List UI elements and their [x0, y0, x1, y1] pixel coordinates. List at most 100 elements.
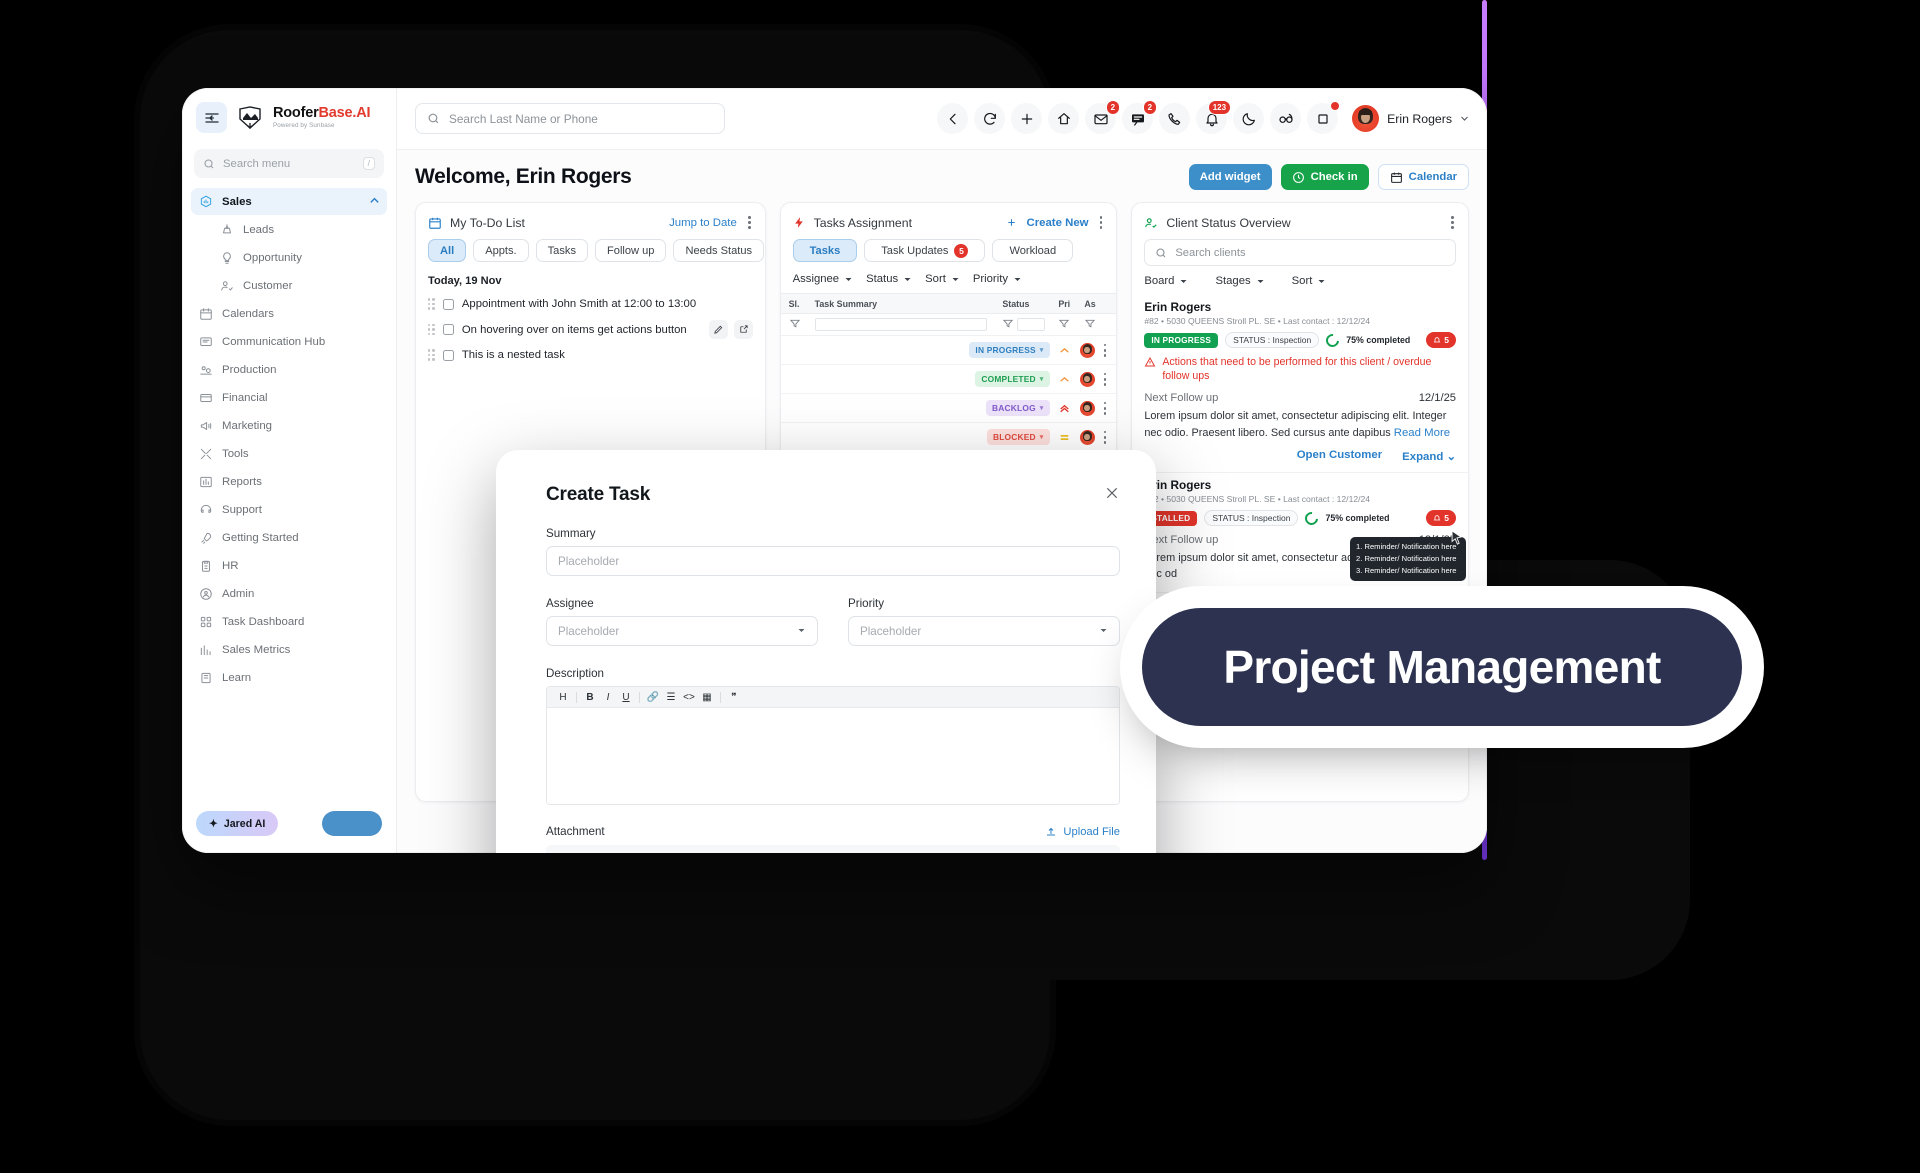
refresh-icon-button[interactable]	[974, 103, 1006, 134]
drag-handle-icon[interactable]	[428, 349, 435, 361]
sidebar-item-calendars[interactable]: Calendars	[191, 300, 387, 327]
sidebar-item-opportunity[interactable]: Opportunity	[191, 244, 387, 271]
sidebar-item-customer[interactable]: Customer	[191, 272, 387, 299]
todo-chip-appts[interactable]: Appts.	[473, 239, 529, 263]
sidebar-item-task-dashboard[interactable]: Task Dashboard	[191, 608, 387, 635]
task-row[interactable]: BLOCKED ▾	[780, 423, 1117, 453]
client-alert-badge[interactable]: 5	[1426, 510, 1457, 527]
filter-sl-icon[interactable]	[789, 316, 815, 334]
todo-chip-tasks[interactable]: Tasks	[535, 239, 588, 263]
clients-search-input[interactable]: Search clients	[1144, 239, 1457, 267]
clients-filter-board[interactable]: Board	[1144, 275, 1199, 287]
todo-item[interactable]: Appointment with John Smith at 12:00 to …	[416, 293, 765, 315]
sidebar-item-support[interactable]: Support	[191, 496, 387, 523]
sidebar-secondary-button[interactable]	[322, 811, 382, 836]
global-search-input[interactable]: Search Last Name or Phone	[415, 103, 725, 134]
edit-icon[interactable]	[708, 320, 728, 340]
sidebar-item-learn[interactable]: Learn	[191, 664, 387, 691]
tasks-tab-task-updates[interactable]: Task Updates 5	[864, 239, 986, 263]
sidebar-item-marketing[interactable]: Marketing	[191, 412, 387, 439]
filter-priority-icon[interactable]	[1058, 316, 1084, 334]
phone-icon-button[interactable]	[1159, 103, 1191, 134]
tasks-card-menu-icon[interactable]	[1098, 214, 1105, 231]
editor-h-icon[interactable]: H	[554, 688, 572, 706]
filter-status-icon[interactable]	[1002, 316, 1058, 334]
tasks-filter-assignee[interactable]: Assignee	[793, 273, 864, 285]
status-badge[interactable]: IN PROGRESS ▾	[969, 342, 1050, 359]
read-more-link[interactable]: Read More	[1394, 427, 1450, 439]
upload-file-button[interactable]: Upload File	[1045, 826, 1120, 838]
sidebar-item-production[interactable]: Production	[191, 356, 387, 383]
editor-quote-icon[interactable]: ❞	[725, 688, 743, 706]
jared-ai-button[interactable]: ✦ Jared AI	[196, 811, 279, 836]
sidebar-item-getting-started[interactable]: Getting Started	[191, 524, 387, 551]
open-customer-link[interactable]: Open Customer	[1297, 449, 1382, 463]
sidebar-item-tools[interactable]: Tools	[191, 440, 387, 467]
todo-checkbox[interactable]	[442, 298, 454, 310]
description-textarea[interactable]	[547, 708, 1119, 804]
sidebar-item-hr[interactable]: HR	[191, 552, 387, 579]
calendar-button[interactable]: Calendar	[1377, 164, 1469, 190]
tasks-filter-status[interactable]: Status	[866, 273, 923, 285]
back-icon-button[interactable]	[937, 103, 969, 134]
glasses-icon-button[interactable]	[1270, 103, 1302, 134]
priority-select[interactable]: Placeholder	[848, 616, 1120, 646]
bell-icon-button[interactable]: 123	[1196, 100, 1232, 134]
sidebar-item-leads[interactable]: Leads	[191, 216, 387, 243]
sidebar-item-reports[interactable]: Reports	[191, 468, 387, 495]
jump-to-date-link[interactable]: Jump to Date	[669, 217, 737, 229]
check-in-button[interactable]: Check in	[1280, 164, 1369, 190]
description-editor[interactable]: H B I U 🔗 ☰ <> ▦ ❞	[546, 686, 1120, 805]
row-menu-icon[interactable]	[1102, 371, 1109, 388]
plus-icon-button[interactable]	[1011, 103, 1043, 134]
task-row[interactable]: BACKLOG ▾	[780, 394, 1117, 424]
todo-checkbox[interactable]	[442, 349, 454, 361]
tasks-filter-sort[interactable]: Sort	[925, 273, 971, 285]
sidebar-search-input[interactable]: Search menu /	[194, 149, 384, 178]
home-icon-button[interactable]	[1048, 103, 1080, 134]
row-menu-icon[interactable]	[1102, 342, 1109, 359]
drag-handle-icon[interactable]	[428, 323, 435, 336]
status-badge[interactable]: BLOCKED ▾	[986, 429, 1050, 446]
todo-chip-follow-up[interactable]: Follow up	[595, 239, 667, 263]
row-menu-icon[interactable]	[1102, 429, 1109, 446]
editor-code-icon[interactable]: <>	[680, 688, 698, 706]
sidebar-item-admin[interactable]: Admin	[191, 580, 387, 607]
sidebar-item-financial[interactable]: Financial	[191, 384, 387, 411]
todo-checkbox[interactable]	[442, 324, 454, 336]
editor-list-icon[interactable]: ☰	[662, 688, 680, 706]
message-icon-button[interactable]: 2	[1122, 100, 1158, 134]
sidebar-item-sales-metrics[interactable]: Sales Metrics	[191, 636, 387, 663]
filter-assignee-icon[interactable]	[1084, 316, 1108, 334]
sidebar-item-sales[interactable]: Sales	[191, 188, 387, 215]
editor-i-icon[interactable]: I	[599, 688, 617, 706]
tasks-filter-priority[interactable]: Priority	[973, 273, 1033, 285]
editor-u-icon[interactable]: U	[617, 688, 635, 706]
window-icon-button[interactable]	[1307, 101, 1341, 134]
task-row[interactable]: COMPLETED ▾	[780, 365, 1117, 395]
editor-table-icon[interactable]: ▦	[698, 688, 716, 706]
todo-item[interactable]: This is a nested task	[416, 344, 765, 366]
assignee-select[interactable]: Placeholder	[546, 616, 818, 646]
filter-summary-input[interactable]	[814, 318, 1003, 332]
clients-card-menu-icon[interactable]	[1449, 214, 1456, 231]
client-entry[interactable]: Erin Rogers #82 • 5030 QUEENS Stroll PL.…	[1132, 295, 1469, 474]
tasks-tab-workload[interactable]: Workload	[992, 239, 1074, 263]
attachment-item[interactable]: PDF List of requirements.pdf	[546, 845, 1120, 853]
tasks-tab-tasks[interactable]: Tasks	[792, 239, 858, 263]
close-icon[interactable]	[1104, 485, 1120, 506]
todo-item[interactable]: On hovering over on items get actions bu…	[416, 315, 765, 344]
clients-filter-stages[interactable]: Stages	[1215, 275, 1275, 287]
editor-b-icon[interactable]: B	[581, 688, 599, 706]
drag-handle-icon[interactable]	[428, 298, 435, 310]
client-alert-badge[interactable]: 5	[1426, 332, 1457, 349]
todo-chip-needs-status[interactable]: Needs Status	[673, 239, 765, 263]
moon-icon-button[interactable]	[1233, 103, 1265, 134]
client-entry[interactable]: Erin Rogers #82 • 5030 QUEENS Stroll PL.…	[1132, 473, 1469, 594]
todo-card-menu-icon[interactable]	[746, 214, 753, 231]
clients-filter-sort[interactable]: Sort	[1292, 275, 1338, 287]
open-external-icon[interactable]	[733, 320, 753, 340]
status-badge[interactable]: COMPLETED ▾	[975, 371, 1050, 388]
create-new-link[interactable]: Create New	[1026, 217, 1088, 229]
task-row[interactable]: IN PROGRESS ▾	[780, 336, 1117, 366]
